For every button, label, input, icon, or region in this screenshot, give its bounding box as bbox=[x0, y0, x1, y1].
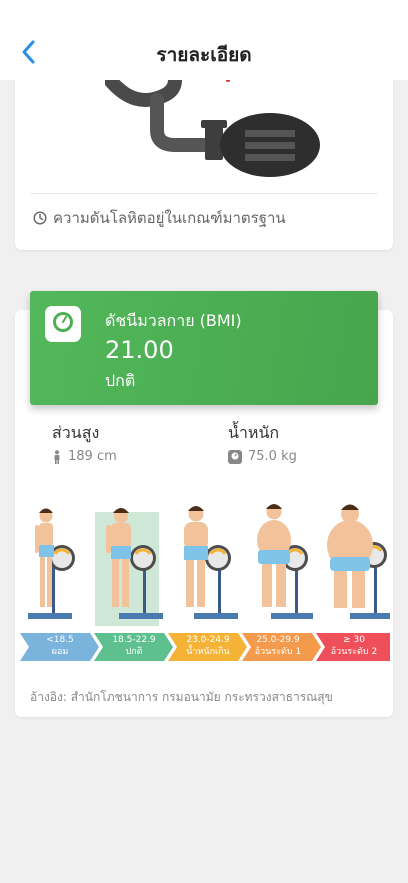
weight-label: น้ำหนัก bbox=[228, 423, 280, 442]
clock-icon bbox=[33, 211, 47, 225]
scale-range: <18.5 bbox=[46, 635, 74, 645]
bmi-category: ปกติ bbox=[105, 371, 136, 390]
scale-category: ผอม bbox=[51, 647, 69, 657]
bmi-summary-box: ดัชนีมวลกาย (BMI) 21.00 ปกติ bbox=[30, 291, 378, 405]
bmi-figures bbox=[18, 500, 390, 626]
scale-category: อ้วนระดับ 2 bbox=[330, 647, 378, 657]
scale-label-obese-1: 25.0-29.9 อ้วนระดับ 1 bbox=[248, 634, 308, 658]
top-app-bar: รายละเอียด bbox=[0, 0, 408, 80]
scale-range: 18.5-22.9 bbox=[112, 635, 156, 645]
divider bbox=[30, 193, 378, 194]
scale-label-normal: 18.5-22.9 ปกติ bbox=[104, 634, 164, 658]
figure-normal bbox=[93, 500, 163, 626]
reference-text: อ้างอิง: สำนักโภชนาการ กรมอนามัย กระทรวง… bbox=[30, 690, 333, 704]
scale-range: ≥ 30 bbox=[343, 635, 365, 645]
figure-underweight bbox=[20, 500, 90, 625]
weighing-scale-icon bbox=[45, 306, 81, 342]
height-value: 189 cm bbox=[68, 449, 117, 464]
blood-pressure-gauge-illustration bbox=[105, 73, 320, 177]
scale-category: น้ำหนักเกิน bbox=[186, 647, 230, 657]
scale-range: 23.0-24.9 bbox=[186, 635, 230, 645]
scale-icon bbox=[228, 449, 242, 464]
figure-obese-level-2 bbox=[320, 500, 390, 625]
weight-value: 75.0 kg bbox=[248, 449, 297, 464]
scale-label-obese-2: ≥ 30 อ้วนระดับ 2 bbox=[322, 634, 386, 658]
figure-overweight bbox=[170, 500, 240, 625]
scale-category: ปกติ bbox=[125, 647, 143, 657]
height-value-row: 189 cm bbox=[52, 449, 117, 464]
person-icon bbox=[54, 449, 60, 464]
scale-category: อ้วนระดับ 1 bbox=[254, 647, 302, 657]
height-label: ส่วนสูง bbox=[52, 423, 100, 442]
weight-value-row: 75.0 kg bbox=[228, 449, 297, 464]
blood-pressure-card: ความดันโลหิตอยู่ในเกณฑ์มาตรฐาน bbox=[15, 60, 393, 250]
scale-label-overweight: 23.0-24.9 น้ำหนักเกิน bbox=[176, 634, 240, 658]
bmi-value: 21.00 bbox=[105, 336, 174, 364]
scale-label-underweight: <18.5 ผอม bbox=[40, 634, 80, 658]
figure-obese-level-1 bbox=[243, 500, 315, 625]
page-title: รายละเอียด bbox=[156, 44, 252, 66]
scale-range: 25.0-29.9 bbox=[256, 635, 300, 645]
blood-pressure-status-text: ความดันโลหิตอยู่ในเกณฑ์มาตรฐาน bbox=[53, 209, 286, 227]
blood-pressure-status: ความดันโลหิตอยู่ในเกณฑ์มาตรฐาน bbox=[33, 206, 286, 230]
bmi-title: ดัชนีมวลกาย (BMI) bbox=[105, 311, 242, 330]
